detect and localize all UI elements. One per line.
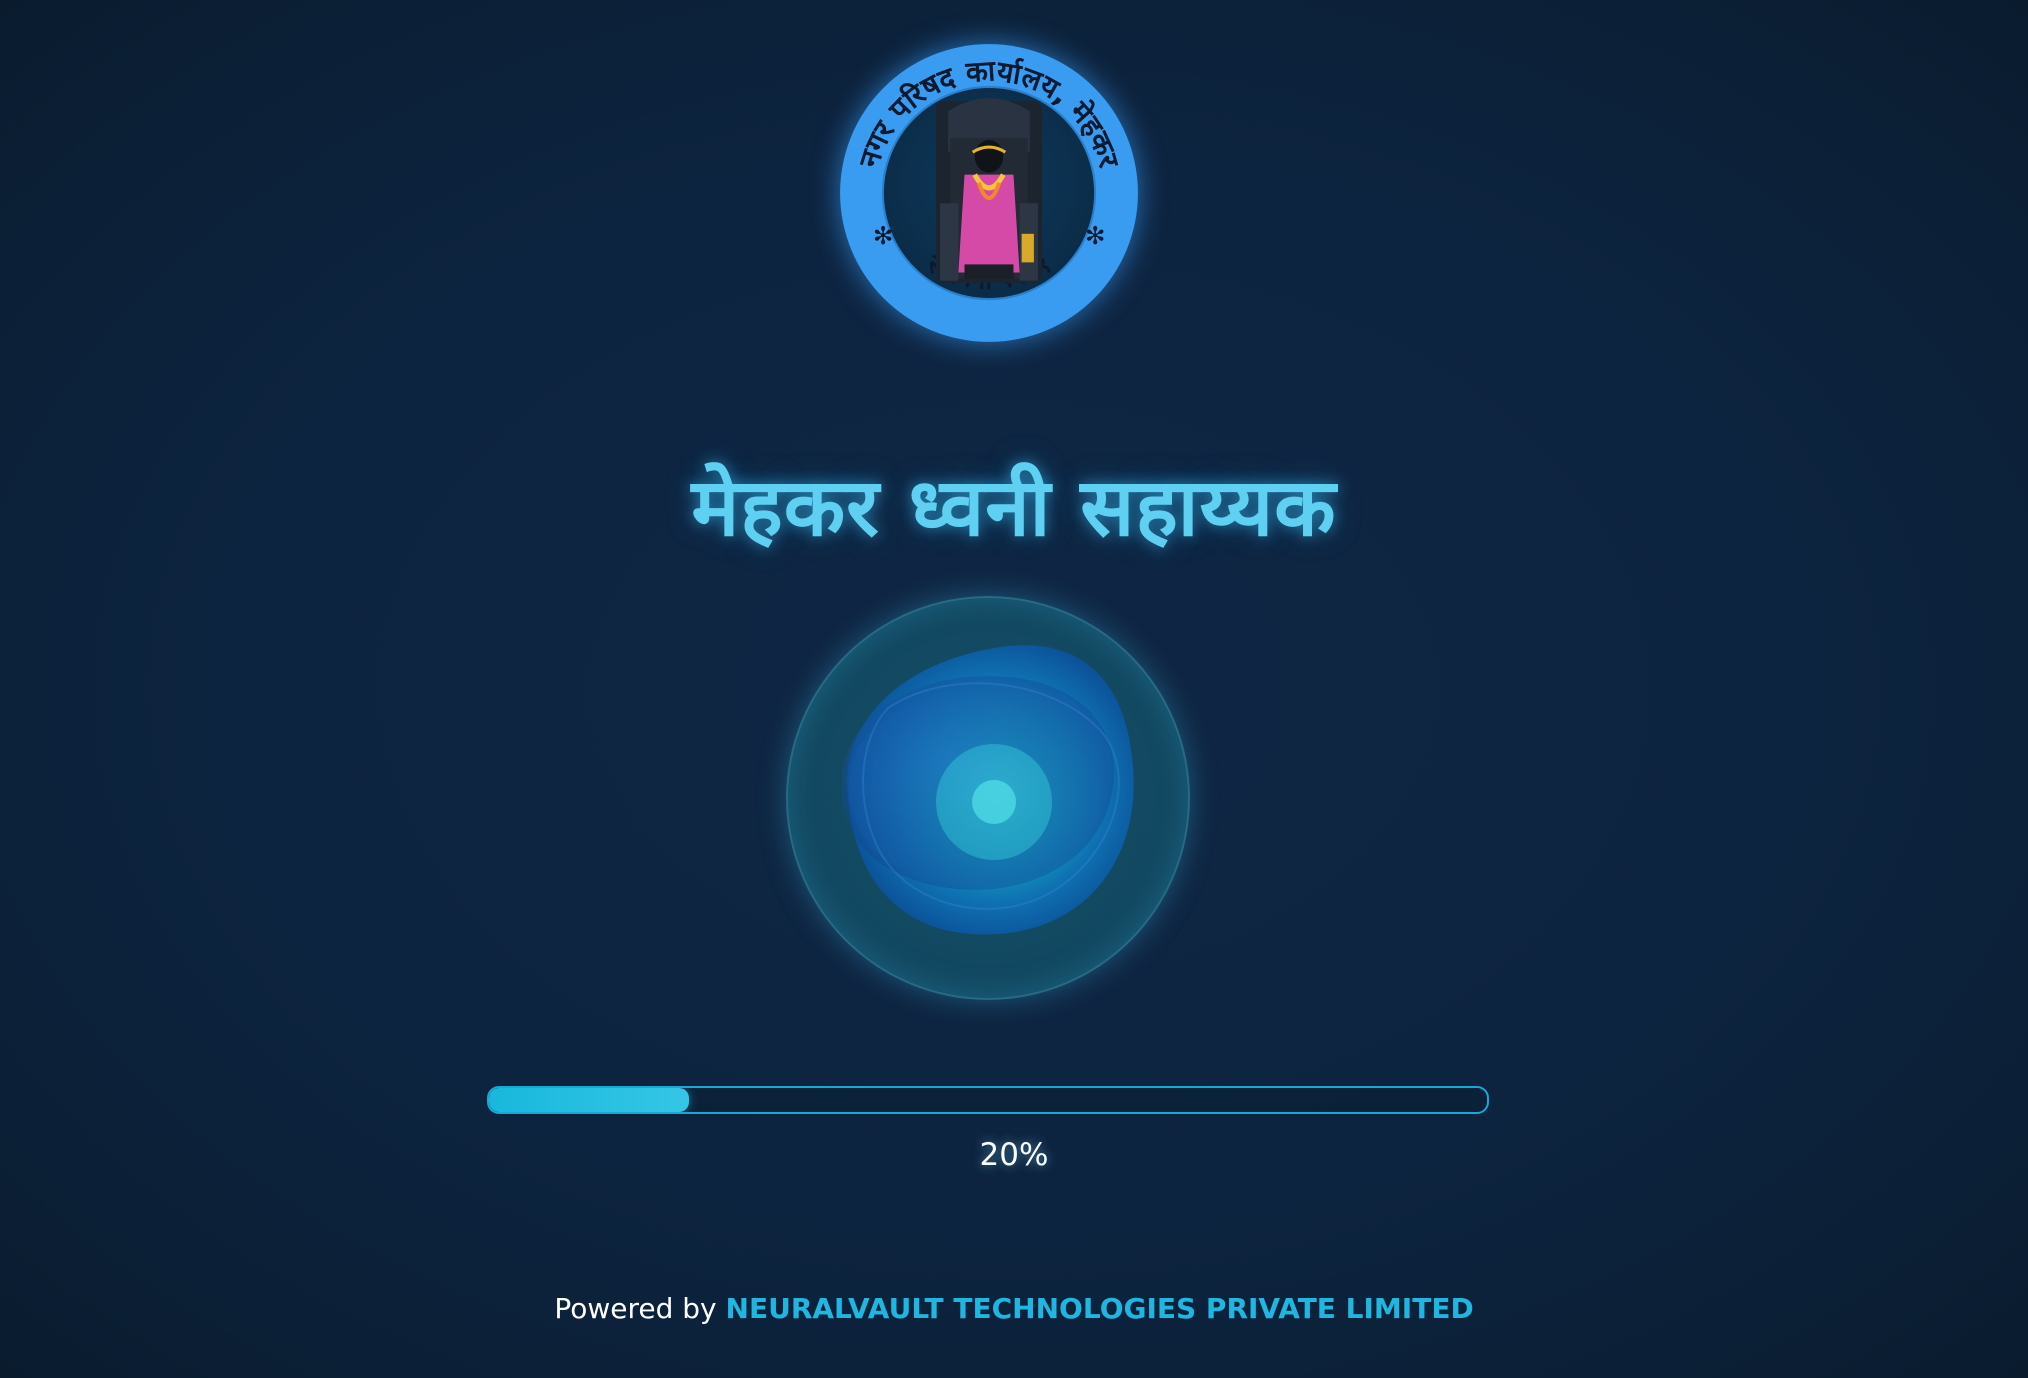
voice-orb <box>786 596 1190 1000</box>
loading-progress-bar <box>487 1086 1489 1114</box>
municipal-seal-logo: नगर परिषद कार्यालय, मेहकर स्थापना १९२९ ✻… <box>836 40 1142 346</box>
seal-star-right: ✻ <box>1085 221 1106 250</box>
deity-image <box>935 98 1043 283</box>
powered-by-label: Powered by <box>554 1292 717 1325</box>
progress-fill <box>489 1088 689 1112</box>
app-title: मेहकर ध्वनी सहाय्यक <box>691 461 1337 554</box>
company-name: NEURALVAULT TECHNOLOGIES PRIVATE LIMITED <box>725 1292 1474 1325</box>
powered-by-footer: Powered by NEURALVAULT TECHNOLOGIES PRIV… <box>0 1286 2028 1332</box>
progress-percent: 20% <box>979 1137 1049 1173</box>
seal-star-left: ✻ <box>873 221 894 250</box>
